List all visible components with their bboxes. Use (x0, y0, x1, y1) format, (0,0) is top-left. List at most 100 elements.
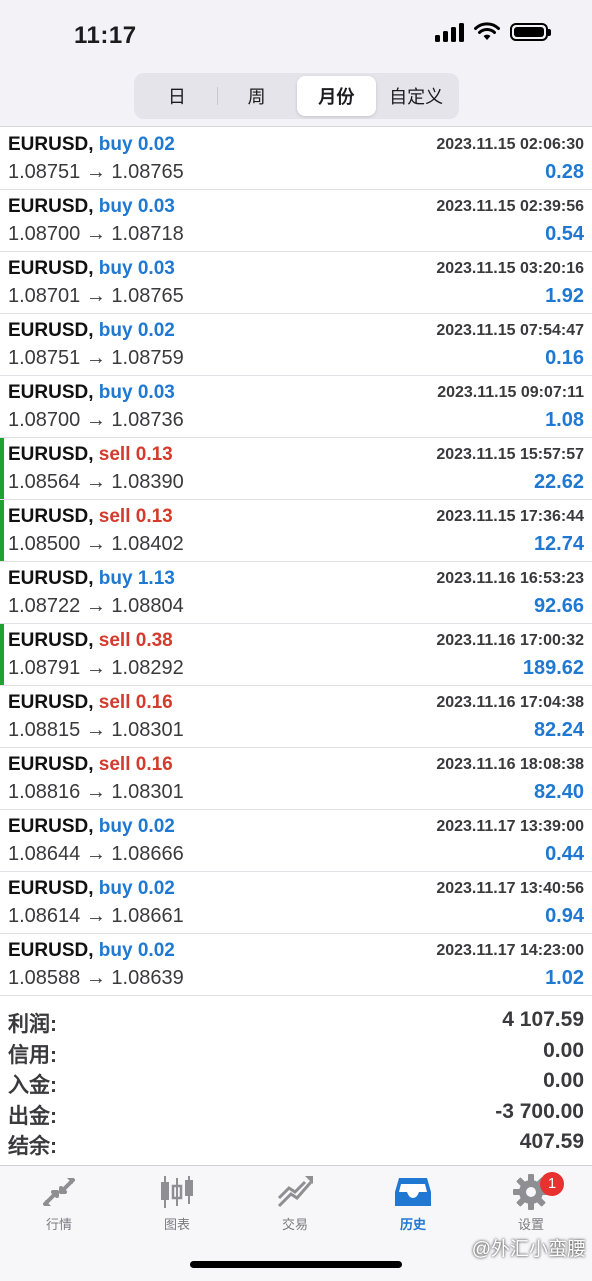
trade-prices: 1.08816 → 1.08301 (8, 781, 184, 803)
trade-datetime: 2023.11.15 02:06:30 (436, 136, 584, 153)
trade-symbol: EURUSD, buy 0.02 (8, 134, 175, 156)
trade-profit: 1.92 (545, 285, 584, 307)
trade-side-volume: buy 0.02 (98, 878, 175, 899)
tab-chart[interactable]: 图表 (118, 1172, 236, 1236)
trade-prices: 1.08815 → 1.08301 (8, 719, 184, 741)
trade-row[interactable]: EURUSD, buy 1.13 2023.11.16 16:53:23 1.087… (0, 562, 592, 624)
trade-datetime: 2023.11.15 17:36:44 (436, 508, 584, 525)
segment-month[interactable]: 月份 (296, 76, 377, 116)
battery-icon (510, 23, 551, 41)
trade-side-volume: buy 0.03 (98, 258, 175, 279)
summary-label: 入金: (8, 1074, 57, 1097)
tab-trade-label: 交易 (281, 1217, 308, 1232)
summary-label: 利润: (8, 1013, 57, 1036)
trade-profit: 189.62 (522, 657, 584, 679)
trade-profit: 92.66 (533, 595, 584, 617)
trade-prices: 1.08644 → 1.08666 (8, 843, 184, 865)
trade-row[interactable]: EURUSD, buy 0.02 2023.11.15 02:06:30 1.087… (0, 128, 592, 190)
tab-settings[interactable]: 1 设置 (472, 1172, 590, 1236)
trade-prices: 1.08700 → 1.08718 (8, 223, 184, 245)
trade-profit: 22.62 (533, 471, 584, 493)
status-time: 11:17 (74, 22, 137, 49)
symbol-text: EURUSD, (8, 196, 94, 217)
trade-prices: 1.08588 → 1.08639 (8, 967, 184, 989)
trade-symbol: EURUSD, buy 1.13 (8, 568, 175, 590)
trade-prices: 1.08751 → 1.08765 (8, 161, 184, 183)
trade-row[interactable]: EURUSD, sell 0.16 2023.11.16 18:08:38 1.08… (0, 748, 592, 810)
trade-row[interactable]: EURUSD, buy 0.03 2023.11.15 02:39:56 1.087… (0, 190, 592, 252)
wifi-icon (474, 22, 500, 40)
summary-row: 利润: 4 107.59 (0, 1006, 592, 1037)
trade-side-volume: sell 0.13 (98, 506, 173, 527)
trade-history-list: EURUSD, buy 0.02 2023.11.15 02:06:30 1.087… (0, 128, 592, 996)
trade-side-volume: buy 1.13 (98, 568, 175, 589)
trade-prices: 1.08701 → 1.08765 (8, 285, 184, 307)
trade-profit: 0.54 (545, 223, 584, 245)
trade-prices: 1.08564 → 1.08390 (8, 471, 184, 493)
trade-row[interactable]: EURUSD, buy 0.02 2023.11.17 14:23:00 1.085… (0, 934, 592, 996)
trade-symbol: EURUSD, buy 0.03 (8, 382, 175, 404)
symbol-text: EURUSD, (8, 320, 94, 341)
trade-profit: 82.24 (533, 719, 584, 741)
trade-symbol: EURUSD, buy 0.03 (8, 258, 175, 280)
trade-datetime: 2023.11.16 17:00:32 (436, 632, 584, 649)
account-summary: 利润: 4 107.59 信用: 0.00 入金: 0.00 出金: -3 700.00 结余:… (0, 1006, 592, 1159)
trade-symbol: EURUSD, buy 0.02 (8, 320, 175, 342)
trade-prices: 1.08751 → 1.08759 (8, 347, 184, 369)
summary-value: -3 700.00 (495, 1099, 584, 1123)
status-bar: 11:17 (0, 0, 592, 70)
trade-side-volume: buy 0.02 (98, 320, 175, 341)
symbol-text: EURUSD, (8, 444, 94, 465)
period-segmented-control: 日 周 月份 自定义 (134, 73, 459, 119)
trade-datetime: 2023.11.15 15:57:57 (436, 446, 584, 463)
summary-value: 407.59 (519, 1130, 584, 1153)
trade-profit: 0.94 (545, 905, 584, 927)
segment-day[interactable]: 日 (137, 76, 217, 116)
symbol-text: EURUSD, (8, 630, 94, 651)
tab-chart-label: 图表 (163, 1217, 190, 1232)
trade-row[interactable]: EURUSD, buy 0.03 2023.11.15 03:20:16 1.087… (0, 252, 592, 314)
tab-quotes[interactable]: 行情 (0, 1172, 118, 1236)
trade-symbol: EURUSD, buy 0.02 (8, 816, 175, 838)
segment-custom[interactable]: 自定义 (376, 76, 456, 116)
trade-side-volume: sell 0.16 (98, 754, 173, 775)
trade-side-volume: sell 0.38 (98, 630, 173, 651)
trade-prices: 1.08722 → 1.08804 (8, 595, 184, 617)
trade-prices: 1.08500 → 1.08402 (8, 533, 184, 555)
trade-row[interactable]: EURUSD, buy 0.02 2023.11.17 13:39:00 1.086… (0, 810, 592, 872)
trade-side-volume: sell 0.13 (98, 444, 173, 465)
trade-row[interactable]: EURUSD, sell 0.13 2023.11.15 15:57:57 1.08… (0, 438, 592, 500)
trade-row[interactable]: EURUSD, buy 0.02 2023.11.17 13:40:56 1.086… (0, 872, 592, 934)
tab-history[interactable]: 历史 (354, 1172, 472, 1236)
trade-profit: 0.16 (545, 347, 584, 369)
trade-prices: 1.08700 → 1.08736 (8, 409, 184, 431)
trade-row[interactable]: EURUSD, sell 0.16 2023.11.16 17:04:38 1.08… (0, 686, 592, 748)
home-indicator[interactable] (190, 1261, 402, 1268)
trade-symbol: EURUSD, sell 0.13 (8, 506, 173, 528)
trade-datetime: 2023.11.16 18:08:38 (436, 756, 584, 773)
trade-side-volume: sell 0.16 (98, 692, 173, 713)
trade-row[interactable]: EURUSD, sell 0.38 2023.11.16 17:00:32 1.08… (0, 624, 592, 686)
trade-symbol: EURUSD, buy 0.02 (8, 878, 175, 900)
symbol-text: EURUSD, (8, 940, 94, 961)
trade-row[interactable]: EURUSD, sell 0.13 2023.11.15 17:36:44 1.08… (0, 500, 592, 562)
trade-profit: 1.08 (545, 409, 584, 431)
trade-datetime: 2023.11.16 16:53:23 (436, 570, 584, 587)
summary-label: 信用: (8, 1043, 57, 1067)
settings-badge: 1 (540, 1172, 564, 1196)
summary-row: 入金: 0.00 (0, 1067, 592, 1098)
trade-symbol: EURUSD, buy 0.02 (8, 940, 175, 962)
trade-side-volume: buy 0.02 (98, 134, 175, 155)
trade-symbol: EURUSD, sell 0.38 (8, 630, 173, 652)
trade-row[interactable]: EURUSD, buy 0.03 2023.11.15 09:07:11 1.087… (0, 376, 592, 438)
segment-week[interactable]: 周 (216, 76, 297, 116)
symbol-text: EURUSD, (8, 506, 94, 527)
trade-profit: 0.28 (545, 161, 584, 183)
trade-datetime: 2023.11.15 09:07:11 (437, 384, 584, 401)
summary-value: 4 107.59 (502, 1008, 584, 1031)
trade-profit: 82.40 (533, 781, 584, 803)
trade-symbol: EURUSD, buy 0.03 (8, 196, 175, 218)
trade-symbol: EURUSD, sell 0.16 (8, 754, 173, 776)
trade-row[interactable]: EURUSD, buy 0.02 2023.11.15 07:54:47 1.087… (0, 314, 592, 376)
tab-trade[interactable]: 交易 (236, 1172, 354, 1236)
